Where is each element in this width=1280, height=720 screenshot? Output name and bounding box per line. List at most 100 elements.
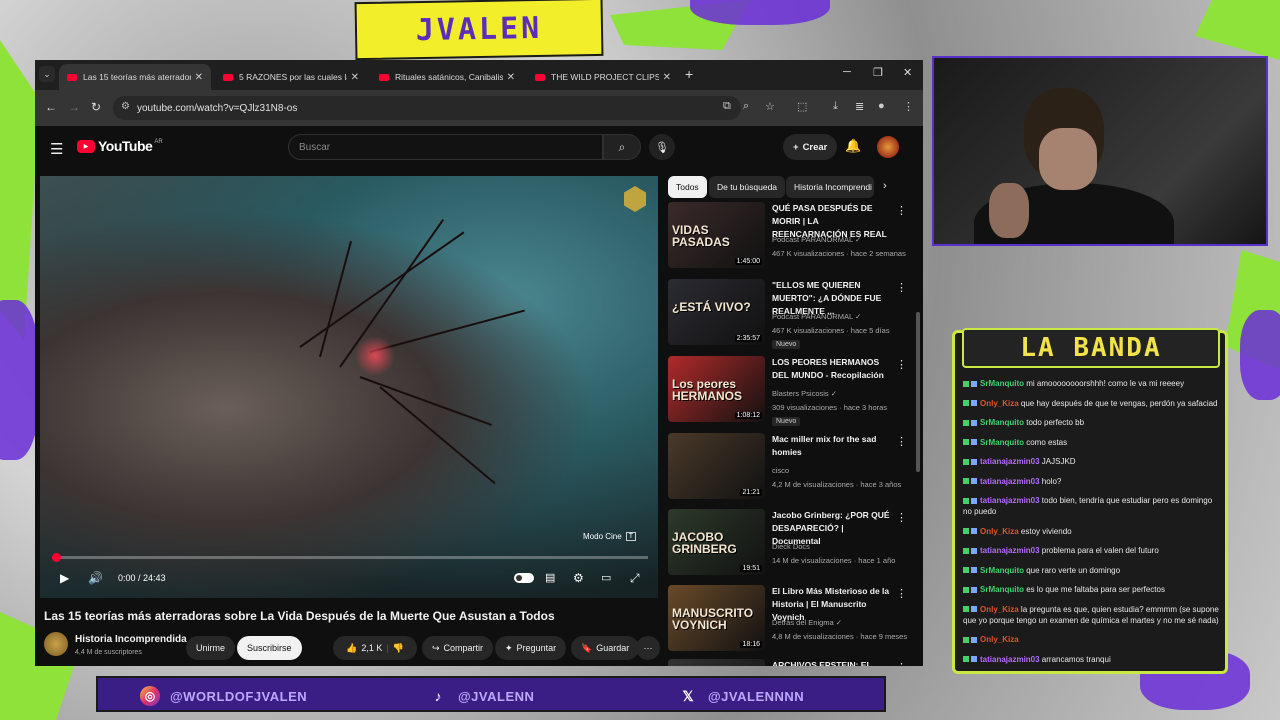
more-vertical-icon[interactable]: ⋮ bbox=[896, 358, 907, 371]
close-icon[interactable]: ✕ bbox=[195, 72, 203, 83]
bookmark-star-icon[interactable]: ☆ bbox=[765, 100, 775, 113]
recommendation-thumbnail[interactable]: 21:21 bbox=[668, 433, 765, 499]
hamburger-menu-icon[interactable]: ☰ bbox=[50, 140, 63, 158]
recommendation-title[interactable]: Mac miller mix for the sad homies bbox=[772, 433, 892, 459]
recommendation-thumbnail[interactable]: ¿ESTÁ VIVO? 2:35:57 bbox=[668, 279, 765, 345]
recommendation-channel[interactable]: Podcast PARANORMAL ✓ bbox=[772, 312, 861, 321]
browser-menu-icon[interactable]: ⋮ bbox=[903, 100, 914, 113]
recommendation-item[interactable]: ARCHIVOS EPSTEIN: EL ⋮ bbox=[668, 659, 908, 666]
extensions-icon[interactable]: ⬚ bbox=[797, 100, 807, 113]
tab-search-button[interactable]: ⌄ bbox=[39, 66, 55, 82]
recommendation-thumbnail[interactable]: VIDAS PASADAS 1:45:00 bbox=[668, 202, 765, 268]
youtube-logo[interactable]: ▶ YouTube AR bbox=[77, 138, 163, 154]
video-duration: 19:51 bbox=[740, 565, 762, 572]
minimize-button[interactable]: ─ bbox=[843, 66, 851, 78]
site-info-icon[interactable]: ⚙ bbox=[121, 101, 130, 112]
chip-0[interactable]: Todos bbox=[668, 176, 707, 198]
more-vertical-icon[interactable]: ⋮ bbox=[896, 435, 907, 448]
recommendation-channel[interactable]: cisco bbox=[772, 466, 789, 475]
video-player[interactable]: Modo Cine T ▶ 🔊 0:00 / 24:43 ▤ ⚙ ▭ ⤢ bbox=[40, 176, 658, 598]
new-tab-button[interactable]: + bbox=[685, 66, 693, 82]
zoom-icon[interactable]: ⌕ bbox=[743, 100, 749, 113]
fullscreen-icon[interactable]: ⤢ bbox=[630, 571, 640, 586]
more-vertical-icon[interactable]: ⋮ bbox=[896, 511, 907, 524]
play-button[interactable]: ▶ bbox=[60, 571, 69, 585]
recommendation-channel[interactable]: Podcast PARANORMAL ✓ bbox=[772, 235, 861, 244]
ask-button[interactable]: ✦ Preguntar bbox=[495, 636, 567, 660]
save-button[interactable]: 🔖 Guardar bbox=[571, 636, 640, 660]
tab-2[interactable]: Rituales satánicos, Canibalismo, ✕ bbox=[371, 64, 523, 90]
voice-search-button[interactable]: 🎙 bbox=[649, 134, 675, 160]
recommendation-thumbnail[interactable] bbox=[668, 659, 765, 666]
forward-button[interactable]: → bbox=[68, 100, 80, 114]
youtube-favicon-icon bbox=[535, 73, 545, 81]
chat-badge-icon bbox=[963, 497, 969, 504]
page-scrollbar[interactable] bbox=[915, 192, 921, 666]
chat-title: LA BANDA bbox=[962, 328, 1220, 368]
tab-0[interactable]: Las 15 teorías más aterradoras ✕ bbox=[59, 64, 211, 90]
reload-button[interactable]: ↻ bbox=[91, 100, 101, 114]
back-button[interactable]: ← bbox=[45, 100, 57, 114]
recommendation-title[interactable]: LOS PEORES HERMANOS DEL MUNDO - Recopila… bbox=[772, 356, 892, 382]
search-input[interactable]: Buscar bbox=[288, 134, 603, 160]
download-icon[interactable]: ⤓ bbox=[833, 100, 838, 113]
search-button[interactable]: ⌕ bbox=[603, 134, 641, 160]
recommendation-item[interactable]: VIDAS PASADAS 1:45:00 QUÉ PASA DESPUÉS DE … bbox=[668, 202, 908, 272]
thumbs-up-icon[interactable]: 👍 bbox=[346, 643, 357, 654]
close-icon[interactable]: ✕ bbox=[351, 72, 359, 83]
recommendation-item[interactable]: JACOBO GRINBERG 19:51 Jacobo Grinberg: ¿PO… bbox=[668, 509, 908, 579]
share-button[interactable]: ↪ Compartir bbox=[422, 636, 494, 660]
recommendation-thumbnail[interactable]: Los peores HERMANOS 1:08:12 bbox=[668, 356, 765, 422]
theater-mode-icon[interactable]: ▭ bbox=[601, 571, 611, 584]
join-button[interactable]: Unirme bbox=[186, 636, 236, 660]
progress-scrubber[interactable] bbox=[52, 553, 61, 562]
profile-icon[interactable]: ● bbox=[878, 100, 885, 112]
chat-message: SrManquito que raro verte un domingo bbox=[963, 565, 1221, 576]
chip-1[interactable]: De tu búsqueda bbox=[709, 176, 786, 198]
channel-avatar[interactable] bbox=[44, 632, 68, 656]
recommendation-channel[interactable]: Blasters Psicosis ✓ bbox=[772, 389, 837, 398]
recommendation-item[interactable]: ¿ESTÁ VIVO? 2:35:57 "ELLOS ME QUIEREN MUER… bbox=[668, 279, 908, 349]
maximize-button[interactable]: ❐ bbox=[873, 66, 883, 79]
tab-3[interactable]: THE WILD PROJECT CLIPS #2 - ✕ bbox=[527, 64, 679, 90]
media-control-icon[interactable]: ≣ bbox=[855, 100, 864, 113]
chat-badge-icon bbox=[963, 586, 969, 593]
recommendation-item[interactable]: Los peores HERMANOS 1:08:12 LOS PEORES HER… bbox=[668, 356, 908, 426]
more-actions-button[interactable]: ⋯ bbox=[636, 636, 660, 660]
close-icon[interactable]: ✕ bbox=[507, 72, 515, 83]
settings-gear-icon[interactable]: ⚙ bbox=[573, 571, 584, 585]
tab-label: Las 15 teorías más aterradoras bbox=[83, 72, 191, 82]
thumbs-down-icon[interactable]: 👎 bbox=[393, 643, 404, 654]
channel-name[interactable]: Historia Incomprendida bbox=[75, 634, 187, 645]
recommendation-channel[interactable]: Detrás del Enigma ✓ bbox=[772, 618, 842, 627]
recommendation-thumbnail[interactable]: MANUSCRITO VOYNICH 18:16 bbox=[668, 585, 765, 651]
more-vertical-icon[interactable]: ⋮ bbox=[896, 281, 907, 294]
account-avatar[interactable] bbox=[877, 136, 899, 158]
more-vertical-icon[interactable]: ⋮ bbox=[896, 661, 907, 666]
autoplay-toggle[interactable] bbox=[514, 573, 534, 583]
subscribe-button[interactable]: Suscribirse bbox=[237, 636, 302, 660]
channel-watermark[interactable] bbox=[624, 186, 646, 212]
recommendation-item[interactable]: MANUSCRITO VOYNICH 18:16 El Libro Más Mist… bbox=[668, 585, 908, 655]
volume-icon[interactable]: 🔊 bbox=[88, 571, 103, 585]
subtitles-icon[interactable]: ▤ bbox=[545, 571, 555, 584]
notifications-bell-icon[interactable]: 🔔 bbox=[845, 138, 861, 154]
tab-1[interactable]: 5 RAZONES por las cuales la vi ✕ bbox=[215, 64, 367, 90]
address-bar[interactable]: ⚙ youtube.com/watch?v=QJlz31N8-os bbox=[113, 96, 741, 120]
scrollbar-thumb[interactable] bbox=[916, 312, 920, 472]
window-close-button[interactable]: ✕ bbox=[903, 66, 912, 79]
progress-bar[interactable] bbox=[52, 553, 648, 562]
create-button[interactable]: + Crear bbox=[783, 134, 838, 160]
recommendation-item[interactable]: 21:21 Mac miller mix for the sad homies ci… bbox=[668, 433, 908, 503]
chip-2[interactable]: Historia Incomprendi bbox=[786, 176, 874, 198]
recommendation-thumbnail[interactable]: JACOBO GRINBERG 19:51 bbox=[668, 509, 765, 575]
recommendation-channel[interactable]: Dieck Docs bbox=[772, 542, 810, 551]
chat-text: es lo que me faltaba para ser perfectos bbox=[1024, 585, 1165, 594]
recommendation-title[interactable]: ARCHIVOS EPSTEIN: EL bbox=[772, 659, 892, 666]
like-count[interactable]: 2,1 K bbox=[361, 643, 382, 653]
close-icon[interactable]: ✕ bbox=[663, 72, 671, 83]
chevron-right-icon[interactable]: › bbox=[883, 180, 887, 192]
more-vertical-icon[interactable]: ⋮ bbox=[896, 204, 907, 217]
cast-icon[interactable]: ⧉ bbox=[723, 100, 731, 113]
more-vertical-icon[interactable]: ⋮ bbox=[896, 587, 907, 600]
